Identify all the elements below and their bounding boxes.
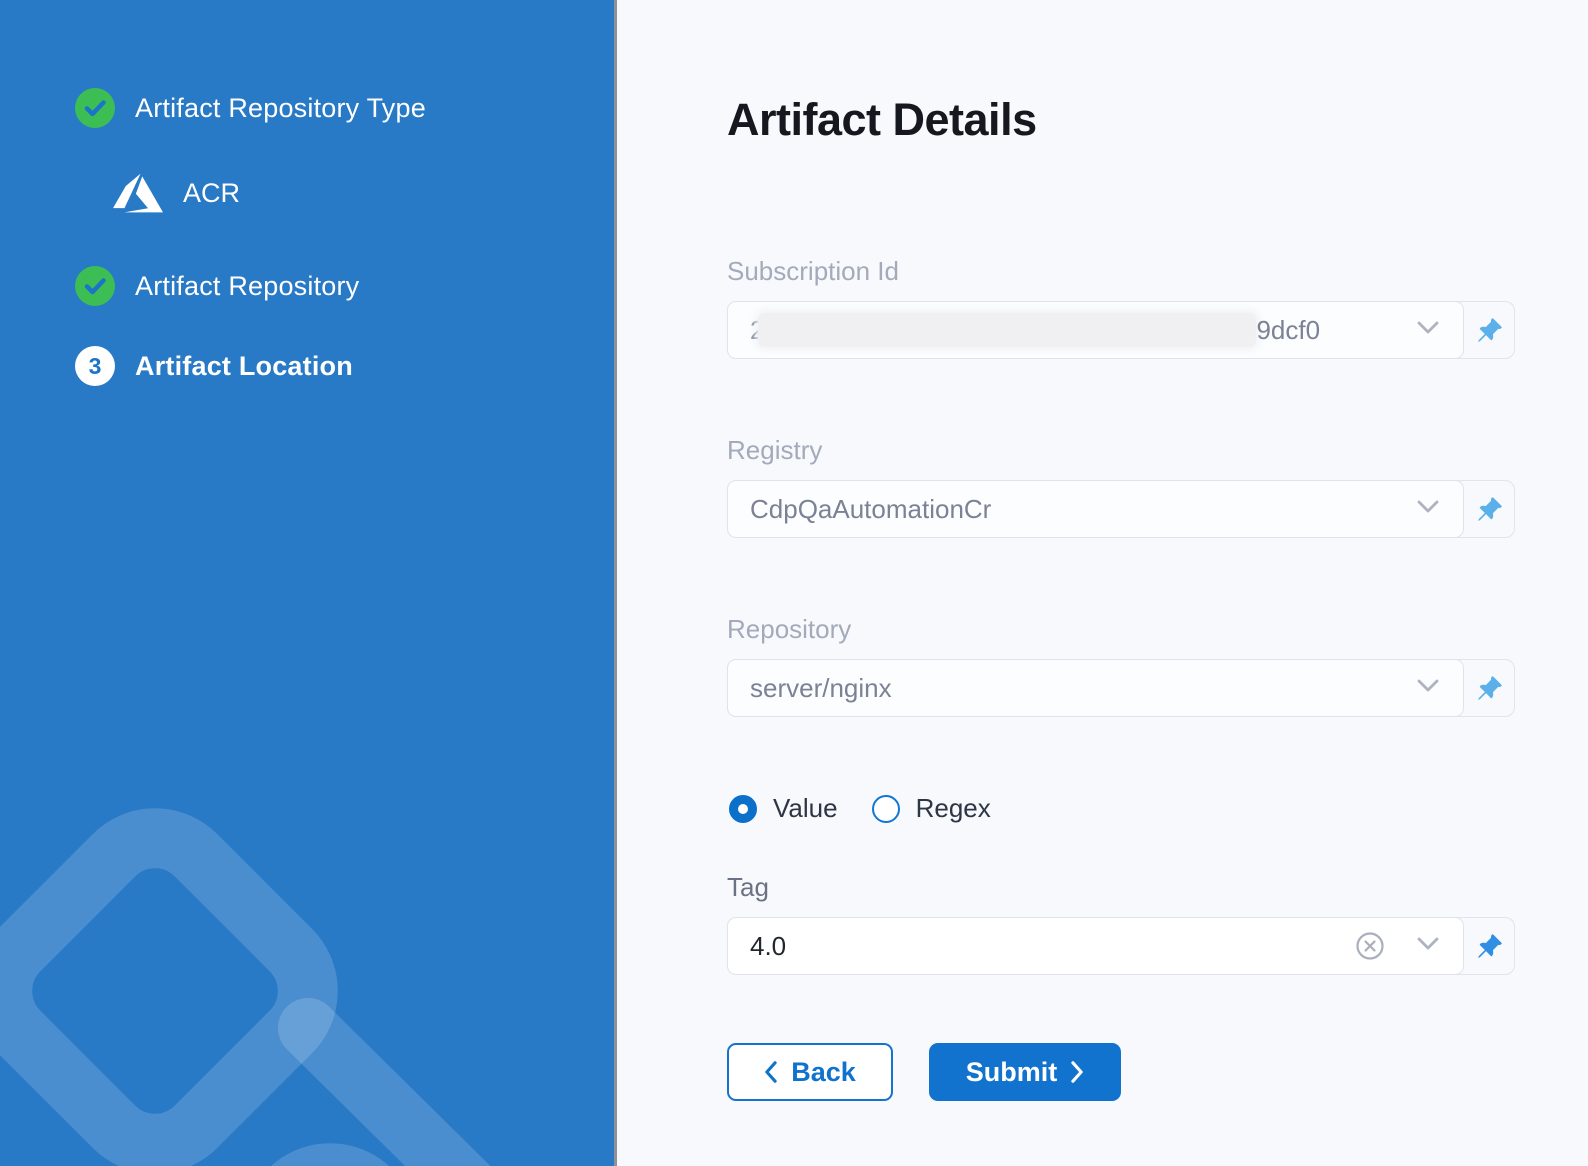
- chevron-down-icon: [1417, 500, 1439, 518]
- artifact-details-panel: Artifact Details Subscription Id 2 9dcf0: [617, 0, 1588, 1166]
- chevron-down-icon: [1417, 937, 1439, 955]
- pin-icon: [1476, 675, 1503, 702]
- step-label: Artifact Repository: [135, 271, 359, 302]
- chevron-right-icon: [1071, 1061, 1084, 1083]
- back-button[interactable]: Back: [727, 1043, 893, 1101]
- clear-icon[interactable]: [1355, 931, 1385, 961]
- chevron-down-icon: [1417, 679, 1439, 697]
- match-type-radio-group: Value Regex: [729, 793, 1515, 824]
- wizard-sidebar: Artifact Repository Type ACR Artifact Re…: [0, 0, 614, 1166]
- redacted-value: [758, 313, 1256, 347]
- step-label: Artifact Repository Type: [135, 93, 426, 124]
- step-artifact-repository-type[interactable]: Artifact Repository Type: [75, 88, 594, 128]
- pin-icon: [1476, 496, 1503, 523]
- subscription-select[interactable]: 2 9dcf0: [727, 301, 1464, 359]
- tag-value: 4.0: [750, 931, 786, 962]
- azure-logo-icon: [111, 168, 165, 218]
- radio-selected-icon: [729, 795, 757, 823]
- check-circle-icon: [75, 266, 115, 306]
- step-artifact-repository[interactable]: Artifact Repository: [75, 266, 594, 306]
- chevron-left-icon: [764, 1061, 777, 1083]
- substep-label: ACR: [183, 178, 240, 209]
- repository-select[interactable]: server/nginx: [727, 659, 1464, 717]
- pin-icon: [1476, 317, 1503, 344]
- repository-pin-button[interactable]: [1464, 660, 1514, 716]
- tag-field-group: Tag 4.0: [727, 872, 1515, 975]
- subscription-pin-button[interactable]: [1464, 302, 1514, 358]
- registry-label: Registry: [727, 435, 1515, 466]
- tag-input[interactable]: 4.0: [727, 917, 1464, 975]
- artifact-details-form: Subscription Id 2 9dcf0 Reg: [727, 256, 1515, 1101]
- registry-value: CdpQaAutomationCr: [750, 494, 991, 525]
- subscription-value-suffix: 9dcf0: [1256, 315, 1320, 346]
- repository-value: server/nginx: [750, 673, 892, 704]
- page-title: Artifact Details: [727, 94, 1515, 146]
- step-number-badge: 3: [75, 346, 115, 386]
- pin-icon: [1476, 933, 1503, 960]
- step-artifact-location[interactable]: 3 Artifact Location: [75, 346, 594, 386]
- brand-watermark: [0, 776, 560, 1166]
- wizard-actions: Back Submit: [727, 1043, 1515, 1101]
- registry-pin-button[interactable]: [1464, 481, 1514, 537]
- check-circle-icon: [75, 88, 115, 128]
- repository-label: Repository: [727, 614, 1515, 645]
- submit-button[interactable]: Submit: [929, 1043, 1121, 1101]
- subscription-label: Subscription Id: [727, 256, 1515, 287]
- registry-select[interactable]: CdpQaAutomationCr: [727, 480, 1464, 538]
- subscription-field-group: Subscription Id 2 9dcf0: [727, 256, 1515, 359]
- repository-field-group: Repository server/nginx: [727, 614, 1515, 717]
- substep-acr[interactable]: ACR: [75, 168, 594, 218]
- radio-regex[interactable]: Regex: [872, 793, 991, 824]
- radio-unselected-icon: [872, 795, 900, 823]
- tag-label: Tag: [727, 872, 1515, 903]
- chevron-down-icon: [1417, 321, 1439, 339]
- step-label: Artifact Location: [135, 351, 353, 382]
- radio-value[interactable]: Value: [729, 793, 838, 824]
- registry-field-group: Registry CdpQaAutomationCr: [727, 435, 1515, 538]
- tag-pin-button[interactable]: [1464, 918, 1514, 974]
